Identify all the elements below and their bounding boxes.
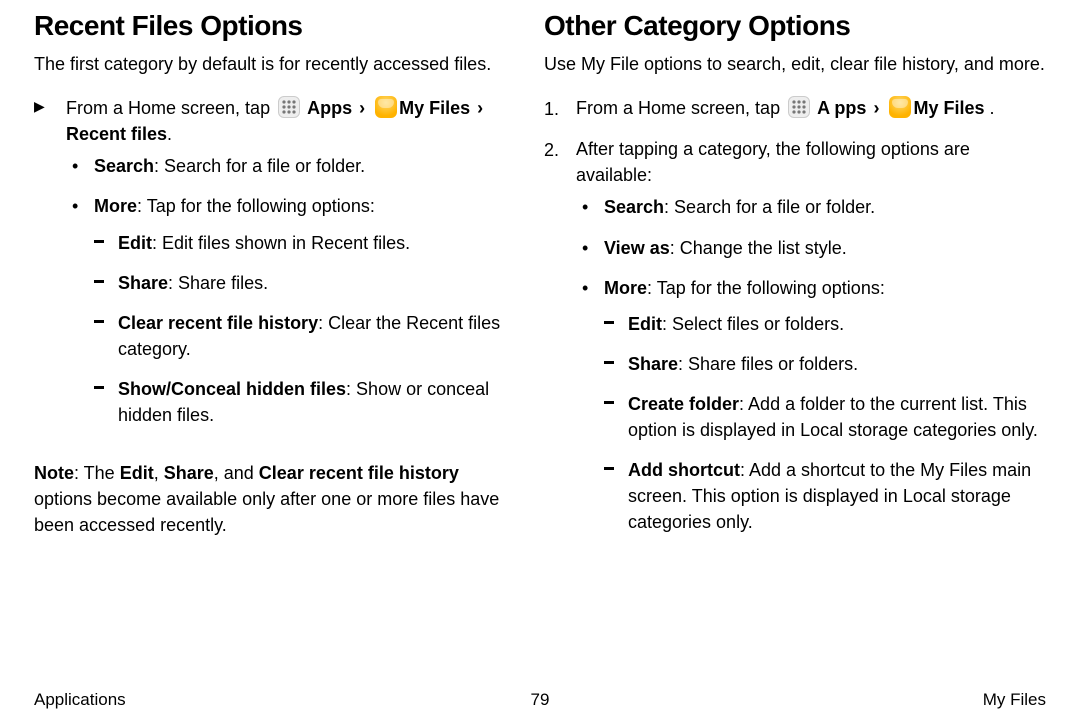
- list-item: Search: Search for a file or folder.: [576, 194, 1046, 220]
- right-step-1-body: From a Home screen, tap A pps › My Files…: [576, 95, 1046, 122]
- left-column: Recent Files Options The first category …: [34, 10, 540, 680]
- period: .: [990, 98, 995, 118]
- apps-label: Apps: [307, 98, 352, 118]
- left-note: Note: The Edit, Share, and Clear recent …: [34, 460, 512, 538]
- left-heading: Recent Files Options: [34, 10, 512, 42]
- note-edit: Edit: [120, 463, 154, 483]
- item-label: Search: [94, 156, 154, 176]
- right-step-1: 1. From a Home screen, tap A pps › My Fi…: [544, 95, 1046, 122]
- note-share: Share: [164, 463, 214, 483]
- step-number: 1.: [544, 95, 576, 122]
- apps-icon: [278, 96, 300, 118]
- item-label: Add shortcut: [628, 460, 740, 480]
- apps-icon: [788, 96, 810, 118]
- list-item: Create folder: Add a folder to the curre…: [604, 391, 1046, 443]
- item-text: : Share files.: [168, 273, 268, 293]
- my-files-icon: [375, 96, 397, 118]
- chevron-right-icon: ›: [475, 98, 485, 118]
- list-item: Edit: Select files or folders.: [604, 311, 1046, 337]
- item-label: Edit: [118, 233, 152, 253]
- item-text: : Share files or folders.: [678, 354, 858, 374]
- right-intro: Use My File options to search, edit, cle…: [544, 52, 1046, 77]
- item-label: More: [604, 278, 647, 298]
- left-dashes: Edit: Edit files shown in Recent files. …: [94, 230, 512, 429]
- left-intro: The first category by default is for rec…: [34, 52, 512, 77]
- right-heading: Other Category Options: [544, 10, 1046, 42]
- list-item: More: Tap for the following options: Edi…: [66, 193, 512, 428]
- item-text: : Select files or folders.: [662, 314, 844, 334]
- item-label: Create folder: [628, 394, 739, 414]
- item-label: Share: [628, 354, 678, 374]
- list-item: More: Tap for the following options: Edi…: [576, 275, 1046, 536]
- item-text: : Search for a file or folder.: [154, 156, 365, 176]
- item-label: Show/Conceal hidden files: [118, 379, 346, 399]
- my-files-icon: [889, 96, 911, 118]
- item-text: : Search for a file or folder.: [664, 197, 875, 217]
- item-label: Search: [604, 197, 664, 217]
- step-text: From a Home screen, tap: [66, 98, 275, 118]
- note-clear: Clear recent file history: [259, 463, 459, 483]
- item-label: View as: [604, 238, 670, 258]
- triangle-marker-icon: ▶: [34, 95, 66, 442]
- step-text: From a Home screen, tap: [576, 98, 785, 118]
- recent-files-label: Recent files: [66, 124, 167, 144]
- list-item: Edit: Edit files shown in Recent files.: [94, 230, 512, 256]
- left-step-1: ▶ From a Home screen, tap Apps › My File…: [34, 95, 512, 442]
- item-text: : Change the list style.: [670, 238, 847, 258]
- chevron-right-icon: ›: [871, 98, 881, 118]
- myfiles-label: My Files: [399, 98, 470, 118]
- left-step-1-body: From a Home screen, tap Apps › My Files …: [66, 95, 512, 442]
- apps-label: A pps: [817, 98, 866, 118]
- list-item: Search: Search for a file or folder.: [66, 153, 512, 179]
- list-item: Show/Conceal hidden files: Show or conce…: [94, 376, 512, 428]
- right-step-2-body: After tapping a category, the following …: [576, 136, 1046, 549]
- step-text: After tapping a category, the following …: [576, 139, 970, 185]
- right-column: Other Category Options Use My File optio…: [540, 10, 1046, 680]
- footer-left: Applications: [34, 690, 531, 710]
- step-number: 2.: [544, 136, 576, 549]
- footer-page-number: 79: [531, 690, 550, 710]
- note-text: , and: [214, 463, 259, 483]
- footer-right: My Files: [549, 690, 1046, 710]
- list-item: Share: Share files.: [94, 270, 512, 296]
- note-text: : The: [74, 463, 120, 483]
- list-item: Add shortcut: Add a shortcut to the My F…: [604, 457, 1046, 535]
- note-text: options become available only after one …: [34, 489, 499, 535]
- right-bullets: Search: Search for a file or folder. Vie…: [576, 194, 1046, 535]
- item-text: : Edit files shown in Recent files.: [152, 233, 410, 253]
- item-label: Edit: [628, 314, 662, 334]
- left-bullets: Search: Search for a file or folder. Mor…: [66, 153, 512, 428]
- period: .: [167, 124, 172, 144]
- page-footer: Applications 79 My Files: [0, 680, 1080, 720]
- list-item: View as: Change the list style.: [576, 235, 1046, 261]
- right-step-2: 2. After tapping a category, the followi…: [544, 136, 1046, 549]
- item-label: Share: [118, 273, 168, 293]
- item-text: : Tap for the following options:: [647, 278, 885, 298]
- right-dashes: Edit: Select files or folders. Share: Sh…: [604, 311, 1046, 536]
- chevron-right-icon: ›: [357, 98, 367, 118]
- page-body: Recent Files Options The first category …: [0, 0, 1080, 680]
- item-label: Clear recent file history: [118, 313, 318, 333]
- item-text: : Tap for the following options:: [137, 196, 375, 216]
- list-item: Share: Share files or folders.: [604, 351, 1046, 377]
- list-item: Clear recent file history: Clear the Rec…: [94, 310, 512, 362]
- note-text: ,: [154, 463, 164, 483]
- myfiles-label: My Files: [913, 98, 989, 118]
- note-label: Note: [34, 463, 74, 483]
- item-label: More: [94, 196, 137, 216]
